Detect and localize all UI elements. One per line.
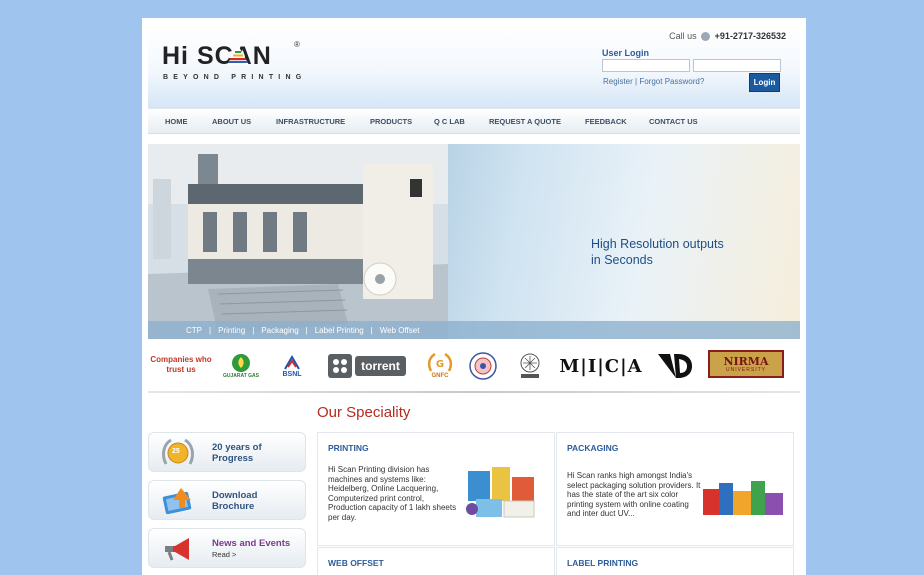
forgot-password-link[interactable]: Forgot Password?: [639, 77, 704, 86]
side-download-brochure-title: Download Brochure: [212, 490, 258, 512]
torrent-icon: [328, 354, 353, 378]
logo-triangle-icon: [227, 45, 249, 65]
card-printing-body: Hi Scan Printing division has machines a…: [328, 465, 457, 522]
call-us: Call us +91-2717-326532: [669, 31, 786, 42]
badge-number: 25: [172, 448, 180, 455]
user-login-title: User Login: [602, 48, 650, 58]
side-20-years-progress[interactable]: 25 20 years of Progress: [148, 432, 306, 472]
side-download-brochure[interactable]: Download Brochure: [148, 480, 306, 520]
separator: |: [209, 325, 212, 335]
page-container: Hi SCAN ® BEYOND PRINTING Call us +91-27…: [142, 18, 806, 575]
service-label-printing[interactable]: Label Printing: [315, 326, 364, 335]
card-web-offset-title[interactable]: WEB OFFSET: [328, 558, 384, 568]
bsnl-text: BSNL: [282, 370, 302, 378]
client-logo-mica: M|I|C|A: [558, 354, 644, 378]
service-printing[interactable]: Printing: [218, 326, 245, 335]
printing-machine-image: [148, 144, 448, 339]
nav-qc-lab[interactable]: Q C LAB: [434, 117, 465, 126]
client-logo-torrent: torrent: [323, 353, 411, 379]
username-input[interactable]: [602, 59, 690, 72]
client-logo-seal: [468, 350, 498, 382]
news-read-more-link[interactable]: Read >: [212, 550, 236, 559]
client-logo-emblem: [513, 349, 547, 383]
emblem-icon: [520, 353, 540, 378]
service-packaging[interactable]: Packaging: [261, 326, 298, 335]
printing-products-image: [466, 467, 535, 518]
card-label-printing-title[interactable]: LABEL PRINTING: [567, 558, 638, 568]
client-logo-id: [656, 351, 696, 381]
gujarat-gas-text: GUJARAT GAS: [222, 373, 260, 379]
client-logo-bsnl: BSNL: [276, 348, 308, 384]
logo-registered-mark: ®: [294, 40, 300, 49]
card-packaging: PACKAGING Hi Scan ranks high amongst Ind…: [556, 432, 794, 546]
nav-feedback[interactable]: FEEDBACK: [585, 117, 627, 126]
call-label: Call us: [669, 31, 697, 41]
nav-products[interactable]: PRODUCTS: [370, 117, 412, 126]
nirma-sub: UNIVERSITY: [725, 366, 766, 373]
card-printing-title[interactable]: PRINTING: [328, 443, 369, 453]
clients-strip: Companies who trust us GUJARAT GAS BSNL …: [148, 344, 800, 388]
hero-banner: High Resolution outputs in Seconds CTP |…: [148, 144, 800, 339]
site-logo[interactable]: Hi SCAN ® BEYOND PRINTING: [162, 40, 301, 92]
login-button[interactable]: Login: [749, 73, 780, 92]
call-number: +91-2717-326532: [714, 31, 786, 41]
login-links: Register | Forgot Password?: [603, 77, 704, 86]
card-packaging-body: Hi Scan ranks high amongst India's selec…: [567, 471, 701, 518]
gnfc-text: GNFC: [431, 373, 449, 379]
mica-text: M|I|C|A: [559, 355, 643, 377]
packaging-products-image: [703, 481, 783, 515]
nav-infrastructure[interactable]: INFRASTRUCTURE: [276, 117, 345, 126]
seal-icon: [469, 352, 497, 380]
gujarat-gas-icon: [232, 354, 250, 372]
phone-icon: [701, 32, 711, 42]
side-news-events-title: News and Events: [212, 538, 291, 549]
divider: [148, 391, 800, 393]
client-logo-gujarat-gas: GUJARAT GAS: [220, 348, 262, 384]
speciality-title: Our Speciality: [317, 404, 411, 421]
header: Hi SCAN ® BEYOND PRINTING Call us +91-27…: [148, 26, 800, 108]
nav-request-a-quote[interactable]: REQUEST A QUOTE: [489, 117, 561, 126]
password-input[interactable]: [693, 59, 781, 72]
logo-tagline: BEYOND PRINTING: [163, 74, 307, 81]
card-printing: PRINTING Hi Scan Printing division has m…: [317, 432, 555, 546]
clients-label: Companies who trust us: [150, 355, 212, 374]
id-logo-icon: [658, 354, 692, 378]
logo-text: Hi SCAN: [162, 42, 272, 70]
gnfc-wreath-icon: G: [427, 353, 453, 372]
megaphone-icon: [165, 538, 189, 561]
svg-text:G: G: [436, 359, 444, 370]
register-link[interactable]: Register: [603, 77, 633, 86]
bsnl-icon: [284, 354, 300, 370]
nav-home[interactable]: HOME: [165, 117, 188, 126]
torrent-text: torrent: [355, 356, 406, 376]
service-web-offset[interactable]: Web Offset: [380, 326, 420, 335]
banner-headline: High Resolution outputs in Seconds: [591, 237, 724, 267]
card-web-offset: WEB OFFSET: [317, 547, 555, 575]
separator: |: [370, 325, 373, 335]
card-label-printing: LABEL PRINTING: [556, 547, 794, 575]
service-ctp[interactable]: CTP: [186, 326, 202, 335]
nav-contact-us[interactable]: CONTACT US: [649, 117, 698, 126]
separator: |: [305, 325, 308, 335]
client-logo-nirma: NIRMA UNIVERSITY: [708, 350, 784, 378]
client-logo-gnfc: G GNFC: [423, 348, 457, 384]
side-news-and-events[interactable]: News and Events Read >: [148, 528, 306, 568]
separator: |: [252, 325, 255, 335]
card-packaging-title[interactable]: PACKAGING: [567, 443, 618, 453]
side-20-years-title: 20 years of Progress: [212, 442, 262, 464]
download-brochure-icon: [162, 488, 192, 515]
nirma-text: NIRMA: [723, 354, 769, 368]
main-nav: HOME ABOUT US INFRASTRUCTURE PRODUCTS Q …: [148, 108, 800, 134]
nav-about-us[interactable]: ABOUT US: [212, 117, 251, 126]
banner-service-bar: CTP | Printing | Packaging | Label Print…: [148, 321, 800, 339]
